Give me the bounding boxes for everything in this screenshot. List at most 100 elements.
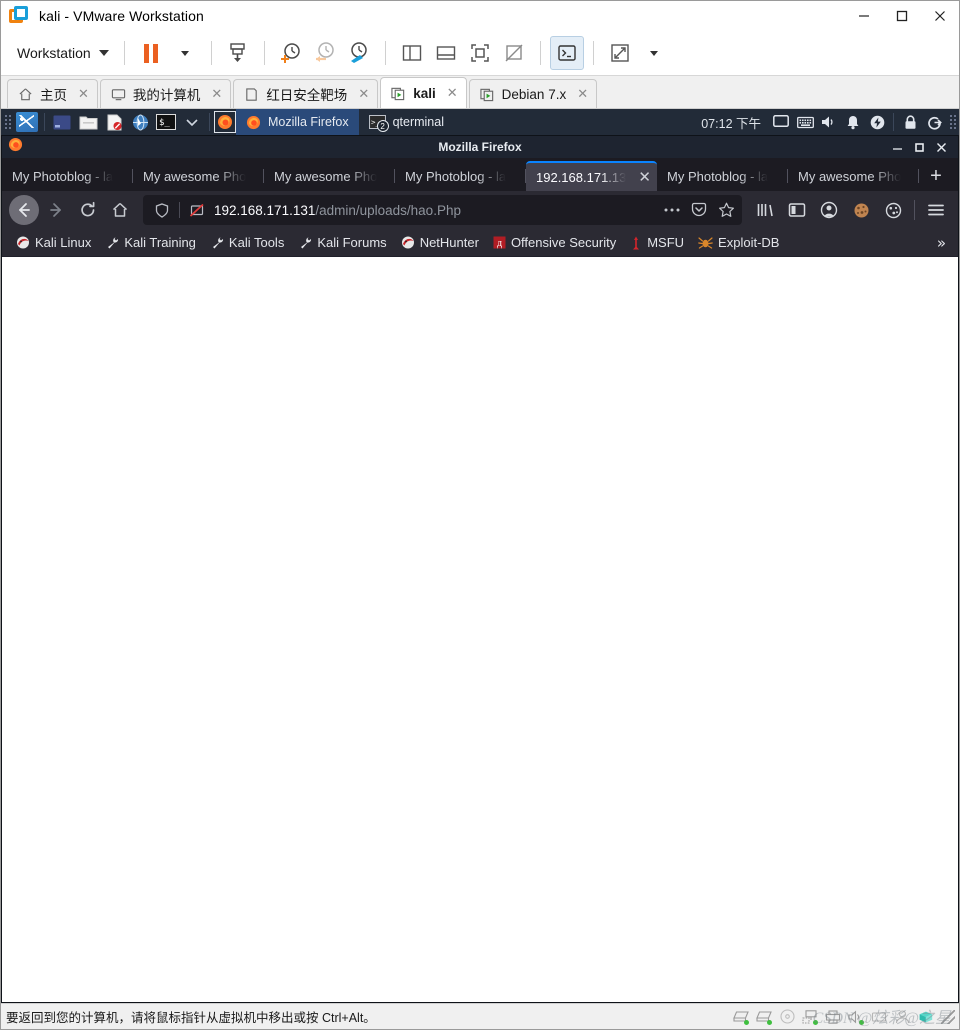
network-adapter-icon[interactable] [801, 1009, 819, 1025]
url-text[interactable]: 192.168.171.131/admin/uploads/hao.Php [214, 203, 655, 218]
volume-icon[interactable] [817, 110, 841, 134]
display-icon[interactable] [916, 1009, 934, 1025]
text-editor-icon[interactable] [101, 110, 127, 134]
minimize-icon[interactable] [886, 136, 908, 158]
browser-tab[interactable]: My awesome Pho [788, 161, 919, 191]
app-menu-icon[interactable] [921, 195, 951, 225]
show-library-icon[interactable] [395, 36, 429, 70]
hard-disk-icon[interactable] [732, 1009, 750, 1025]
cd-dvd-icon[interactable] [778, 1009, 796, 1025]
vm-tab-home[interactable]: 主页 ✕ [7, 79, 98, 108]
forward-arrow-icon[interactable] [41, 195, 71, 225]
logout-icon[interactable] [922, 110, 946, 134]
home-icon[interactable] [105, 195, 135, 225]
display-settings-icon[interactable] [769, 110, 793, 134]
close-icon[interactable]: ✕ [632, 168, 651, 186]
camera-icon[interactable] [893, 1009, 911, 1025]
pause-dropdown-caret[interactable] [168, 36, 202, 70]
web-browser-icon[interactable] [127, 110, 153, 134]
firefox-window: Mozilla Firefox My Photoblog - la My awe… [1, 135, 959, 1003]
unity-mode-icon[interactable] [497, 36, 531, 70]
firefox-launcher-icon[interactable] [214, 111, 236, 133]
kali-menu-icon[interactable] [14, 110, 40, 134]
terminal-icon[interactable]: $_ [153, 110, 179, 134]
vm-tab-folder[interactable]: 红日安全靶场 ✕ [233, 79, 379, 108]
close-icon[interactable]: ✕ [211, 87, 222, 102]
panel-grip-icon[interactable] [949, 113, 957, 131]
cookie-icon[interactable] [846, 195, 876, 225]
terminal-dropdown-caret[interactable] [179, 110, 205, 134]
usb-icon[interactable] [870, 1009, 888, 1025]
browser-tab[interactable]: My Photoblog - la [657, 161, 788, 191]
browser-tab[interactable]: My Photoblog - la [395, 161, 526, 191]
save-to-pocket-icon[interactable] [689, 199, 709, 221]
bookmark-label: Exploit-DB [718, 235, 780, 250]
minimize-icon[interactable] [845, 1, 883, 31]
browser-tab[interactable]: My awesome Pho [264, 161, 395, 191]
clock[interactable]: 07:12 下午 [693, 113, 769, 132]
console-view-icon[interactable] [549, 36, 584, 70]
bookmark-msfu[interactable]: MSFU [624, 233, 690, 252]
send-ctrl-alt-del-icon[interactable] [221, 36, 255, 70]
new-tab-button[interactable]: + [919, 161, 953, 191]
tracking-protection-shield-icon[interactable] [152, 199, 172, 221]
taskbar-item-qterminal[interactable]: >_ 2 qterminal [359, 109, 454, 135]
bookmark-star-icon[interactable] [716, 199, 736, 221]
keyboard-layout-icon[interactable] [793, 110, 817, 134]
tab-label: My awesome Pho [798, 168, 902, 184]
maximize-icon[interactable] [883, 1, 921, 31]
take-snapshot-icon[interactable] [274, 36, 308, 70]
account-icon[interactable] [814, 195, 844, 225]
bookmarks-overflow-button[interactable]: » [931, 234, 952, 252]
url-bar[interactable]: 192.168.171.131/admin/uploads/hao.Php [143, 195, 742, 225]
browser-tab-active[interactable]: 192.168.171.13 ✕ [526, 161, 657, 191]
bookmark-kali-forums[interactable]: Kali Forums [292, 233, 392, 252]
notification-bell-icon[interactable] [841, 110, 865, 134]
bookmark-exploit-db[interactable]: Exploit-DB [692, 233, 785, 252]
power-manager-icon[interactable] [865, 110, 889, 134]
library-icon[interactable] [750, 195, 780, 225]
snapshot-manager-icon[interactable] [342, 36, 376, 70]
back-arrow-icon[interactable] [9, 195, 39, 225]
hard-disk-icon[interactable] [755, 1009, 773, 1025]
file-manager-icon[interactable] [75, 110, 101, 134]
taskbar-item-firefox[interactable]: Mozilla Firefox [236, 109, 359, 135]
metasploit-icon [633, 236, 640, 249]
window-resize-grip[interactable] [941, 1009, 955, 1024]
bookmark-kali-training[interactable]: Kali Training [99, 233, 202, 252]
container-tabs-icon[interactable] [878, 195, 908, 225]
close-icon[interactable]: ✕ [358, 87, 369, 102]
browser-tab[interactable]: My Photoblog - la [2, 161, 133, 191]
printer-icon[interactable] [824, 1009, 842, 1025]
workstation-menu-button[interactable]: Workstation [11, 41, 115, 65]
firefox-icon [246, 115, 261, 129]
close-icon[interactable]: ✕ [447, 86, 458, 101]
lock-screen-icon[interactable] [898, 110, 922, 134]
stretch-view-icon[interactable] [603, 36, 637, 70]
browser-tab[interactable]: My awesome Pho [133, 161, 264, 191]
sidebar-icon[interactable] [782, 195, 812, 225]
pause-icon[interactable] [134, 36, 168, 70]
vm-tab-my-computer[interactable]: 我的计算机 ✕ [99, 79, 232, 108]
vm-tab-debian[interactable]: Debian 7.x ✕ [468, 79, 598, 108]
permissions-blocked-icon[interactable] [187, 199, 207, 221]
bookmark-nethunter[interactable]: NetHunter [395, 233, 485, 252]
reload-icon[interactable] [73, 195, 103, 225]
view-dropdown-caret[interactable] [637, 36, 671, 70]
maximize-icon[interactable] [908, 136, 930, 158]
firefox-navbar: 192.168.171.131/admin/uploads/hao.Php [2, 191, 958, 229]
vm-tab-kali[interactable]: kali ✕ [380, 77, 467, 108]
close-icon[interactable] [930, 136, 952, 158]
show-thumbnail-bar-icon[interactable] [429, 36, 463, 70]
sound-card-icon[interactable] [847, 1009, 865, 1025]
bookmark-kali-tools[interactable]: Kali Tools [204, 233, 290, 252]
bookmark-offensive-security[interactable]: д Offensive Security [487, 233, 622, 252]
fullscreen-icon[interactable] [463, 36, 497, 70]
bookmark-kali-linux[interactable]: Kali Linux [10, 233, 97, 252]
page-actions-ellipsis-icon[interactable] [662, 199, 682, 221]
close-icon[interactable] [921, 1, 959, 31]
close-icon[interactable]: ✕ [78, 87, 89, 102]
show-desktop-icon[interactable] [49, 110, 75, 134]
close-icon[interactable]: ✕ [577, 87, 588, 102]
panel-grip-icon[interactable] [4, 113, 12, 131]
